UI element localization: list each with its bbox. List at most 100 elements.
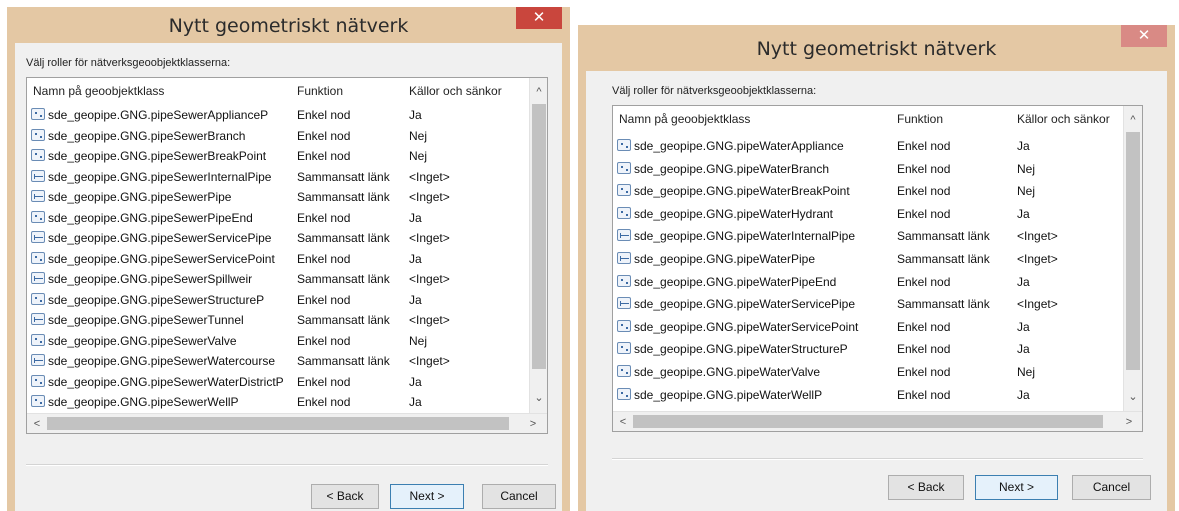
left-row[interactable]: sde_geopipe.GNG.pipeSewerApplianceP Enkel… [27,105,529,126]
right-column-header-function[interactable]: Funktion [891,106,1011,132]
right-horizontal-scroll-thumb[interactable] [633,415,1103,428]
left-column-header-function[interactable]: Funktion [291,78,403,104]
left-cell-function: Enkel nod [297,292,351,307]
right-dialog-title: Nytt geometriskt nätverk [756,38,997,60]
right-cell-sources: Ja [1017,206,1030,221]
left-horizontal-scroll-thumb[interactable] [47,417,509,430]
left-cell-function: Sammansatt länk [297,313,390,327]
right-row[interactable]: sde_geopipe.GNG.pipeWaterBreakPoint Enkel… [613,181,1123,202]
left-close-button[interactable]: ✕ [516,7,562,29]
left-next-button[interactable]: Next > [390,484,464,509]
right-cell-function: Enkel nod [897,139,951,153]
left-cell-function: Enkel nod [297,395,351,409]
right-scroll-left-arrow[interactable]: < [615,414,631,430]
left-column-header-sources[interactable]: Källor och sänkor [403,78,529,104]
left-row[interactable]: sde_geopipe.GNG.pipeSewerBreakPoint Enkel… [27,146,529,167]
left-row[interactable]: sde_geopipe.GNG.pipeSewerPipe Sammansatt … [27,187,529,208]
line-feature-icon [31,313,45,325]
right-vertical-scroll-thumb[interactable] [1126,132,1140,370]
right-cell-sources: Nej [1017,161,1036,176]
right-row[interactable]: sde_geopipe.GNG.pipeWaterAppliance Enkel … [613,136,1123,157]
left-scroll-up-arrow[interactable]: ^ [531,84,547,100]
right-horizontal-scrollbar[interactable]: < > [613,411,1142,431]
line-feature-icon [31,231,45,243]
left-cell-sources: Nej [409,333,428,348]
right-cancel-button[interactable]: Cancel [1072,475,1151,500]
left-cell-function: Sammansatt länk [297,169,390,184]
right-dialog: Nytt geometriskt nätverk ✕ Välj roller f… [578,25,1175,511]
left-row[interactable]: sde_geopipe.GNG.pipeSewerBranch Enkel nod… [27,126,529,147]
left-cancel-button[interactable]: Cancel [482,484,556,509]
left-cell-sources: Ja [409,395,422,409]
right-dialog-body: Välj roller för nätverksgeoobjektklasser… [586,71,1167,511]
left-back-button[interactable]: < Back [311,484,379,509]
right-row[interactable]: sde_geopipe.GNG.pipeWaterServicePipe Samm… [613,294,1123,315]
left-cell-name: sde_geopipe.GNG.pipeSewerBranch [48,128,246,143]
right-column-header-name[interactable]: Namn på geoobjektklass [613,106,891,132]
right-cell-name: sde_geopipe.GNG.pipeWaterBranch [634,161,829,176]
right-row[interactable]: sde_geopipe.GNG.pipeWaterBranch Enkel nod… [613,159,1123,180]
right-row[interactable]: sde_geopipe.GNG.pipeWaterWellP Enkel nod J… [613,385,1123,406]
right-cell-function: Sammansatt länk [897,229,990,244]
left-scroll-right-arrow[interactable]: > [525,416,541,432]
left-row[interactable]: sde_geopipe.GNG.pipeSewerInternalPipe Sam… [27,167,529,188]
left-row[interactable]: sde_geopipe.GNG.pipeSewerServicePipe Samm… [27,228,529,249]
left-row[interactable]: sde_geopipe.GNG.pipeSewerTunnel Sammansat… [27,310,529,331]
left-dialog-body: Välj roller för nätverksgeoobjektklasser… [15,43,562,511]
left-row[interactable]: sde_geopipe.GNG.pipeSewerWaterDistrictP E… [27,372,529,393]
left-cell-function: Enkel nod [297,149,351,163]
point-feature-icon [31,374,45,387]
right-scroll-down-arrow[interactable]: ⌄ [1125,389,1141,405]
left-feature-class-list[interactable]: Namn på geoobjektklass Funktion Källor o… [26,77,548,434]
left-cell-name: sde_geopipe.GNG.pipeSewerWatercourse [48,354,276,368]
left-horizontal-scrollbar[interactable]: < > [27,413,547,433]
right-row[interactable]: sde_geopipe.GNG.pipeWaterPipeEnd Enkel no… [613,272,1123,293]
right-cell-name: sde_geopipe.GNG.pipeWaterInternalPipe [634,229,856,244]
left-cell-function: Enkel nod [297,108,351,122]
right-row[interactable]: sde_geopipe.GNG.pipeWaterInternalPipe Sam… [613,226,1123,247]
right-row[interactable]: sde_geopipe.GNG.pipeWaterStructureP Enkel… [613,339,1123,360]
left-dialog: Nytt geometriskt nätverk ✕ Välj roller f… [7,7,570,511]
left-row[interactable]: sde_geopipe.GNG.pipeSewerWellP Enkel nod J… [27,392,529,413]
right-row[interactable]: sde_geopipe.GNG.pipeWaterHydrant Enkel no… [613,204,1123,225]
right-cell-function: Enkel nod [897,387,951,402]
left-row[interactable]: sde_geopipe.GNG.pipeSewerValve Enkel nod N… [27,331,529,352]
point-feature-icon [31,292,45,305]
left-cell-sources: Nej [409,149,428,163]
left-row[interactable]: sde_geopipe.GNG.pipeSewerStructureP Enkel… [27,290,529,311]
right-vertical-scrollbar[interactable]: ^ ⌄ [1123,106,1142,411]
left-cell-name: sde_geopipe.GNG.pipeSewerStructureP [48,292,265,307]
right-cell-name: sde_geopipe.GNG.pipeWaterServicePipe [634,297,856,312]
right-row[interactable]: sde_geopipe.GNG.pipeWaterPipe Sammansatt … [613,249,1123,270]
left-vertical-scroll-thumb[interactable] [532,104,546,369]
left-scroll-down-arrow[interactable]: ⌄ [531,390,547,406]
left-vertical-scrollbar[interactable]: ^ ⌄ [529,78,547,413]
right-scroll-right-arrow[interactable]: > [1121,414,1137,430]
point-feature-icon [31,210,45,223]
point-feature-icon [617,342,631,355]
right-next-button[interactable]: Next > [975,475,1058,500]
left-row[interactable]: sde_geopipe.GNG.pipeSewerPipeEnd Enkel no… [27,208,529,229]
left-row[interactable]: sde_geopipe.GNG.pipeSewerWatercourse Samm… [27,351,529,372]
right-close-button[interactable]: ✕ [1121,25,1167,47]
right-feature-class-list[interactable]: Namn på geoobjektklass Funktion Källor o… [612,105,1143,432]
right-cell-function: Enkel nod [897,206,951,221]
left-cell-function: Sammansatt länk [297,190,390,204]
left-cell-name: sde_geopipe.GNG.pipeSewerServicePipe [48,231,272,245]
left-column-header-name[interactable]: Namn på geoobjektklass [27,78,291,104]
right-row[interactable]: sde_geopipe.GNG.pipeWaterValve Enkel nod N… [613,362,1123,383]
right-cell-name: sde_geopipe.GNG.pipeWaterServicePoint [634,319,859,334]
left-cell-function: Sammansatt länk [297,231,390,245]
right-back-button[interactable]: < Back [888,475,964,500]
left-scroll-left-arrow[interactable]: < [29,416,45,432]
left-row[interactable]: sde_geopipe.GNG.pipeSewerServicePoint Enk… [27,249,529,270]
right-column-header-sources[interactable]: Källor och sänkor [1011,106,1127,132]
left-cell-sources: <Inget> [409,313,450,327]
left-row[interactable]: sde_geopipe.GNG.pipeSewerSpillweir Samman… [27,269,529,290]
right-cell-sources: Ja [1017,274,1030,289]
right-row[interactable]: sde_geopipe.GNG.pipeWaterServicePoint Enk… [613,317,1123,338]
line-feature-icon [31,169,45,182]
right-scroll-up-arrow[interactable]: ^ [1125,112,1141,128]
left-cell-sources: Ja [409,108,422,122]
right-cell-name: sde_geopipe.GNG.pipeWaterBreakPoint [634,184,850,199]
